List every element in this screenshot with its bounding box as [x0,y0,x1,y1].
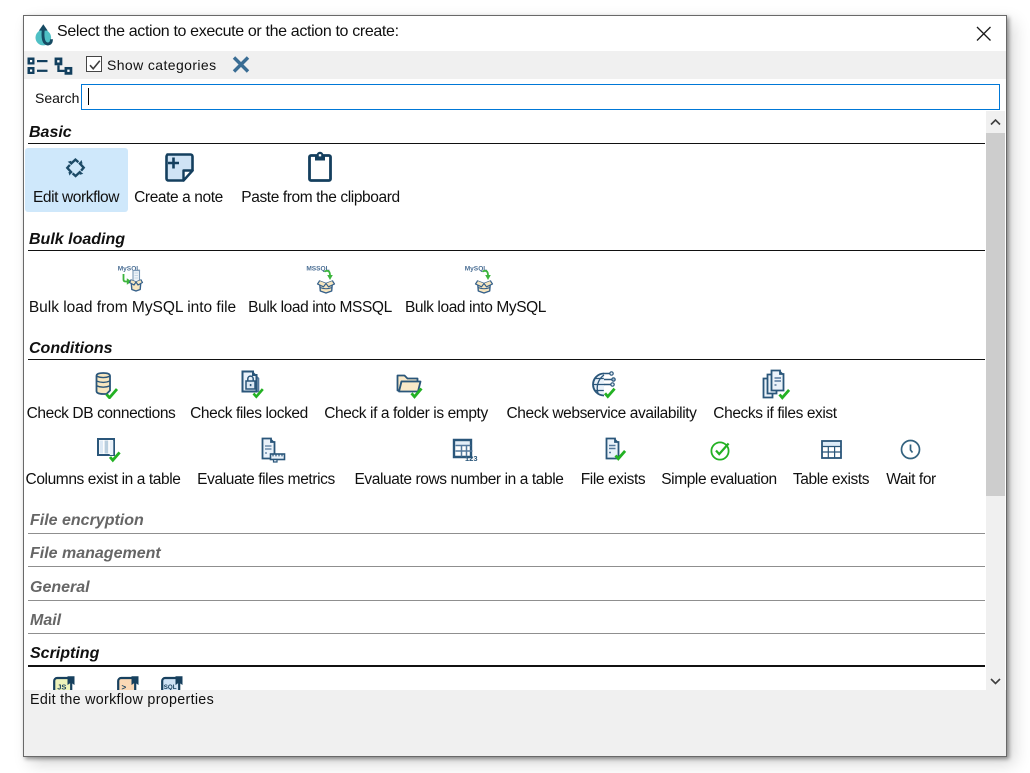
svg-text:>: > [122,683,127,690]
svg-text:SQL: SQL [164,684,177,690]
svg-text:123: 123 [465,454,478,462]
svg-text:JS: JS [57,683,66,691]
